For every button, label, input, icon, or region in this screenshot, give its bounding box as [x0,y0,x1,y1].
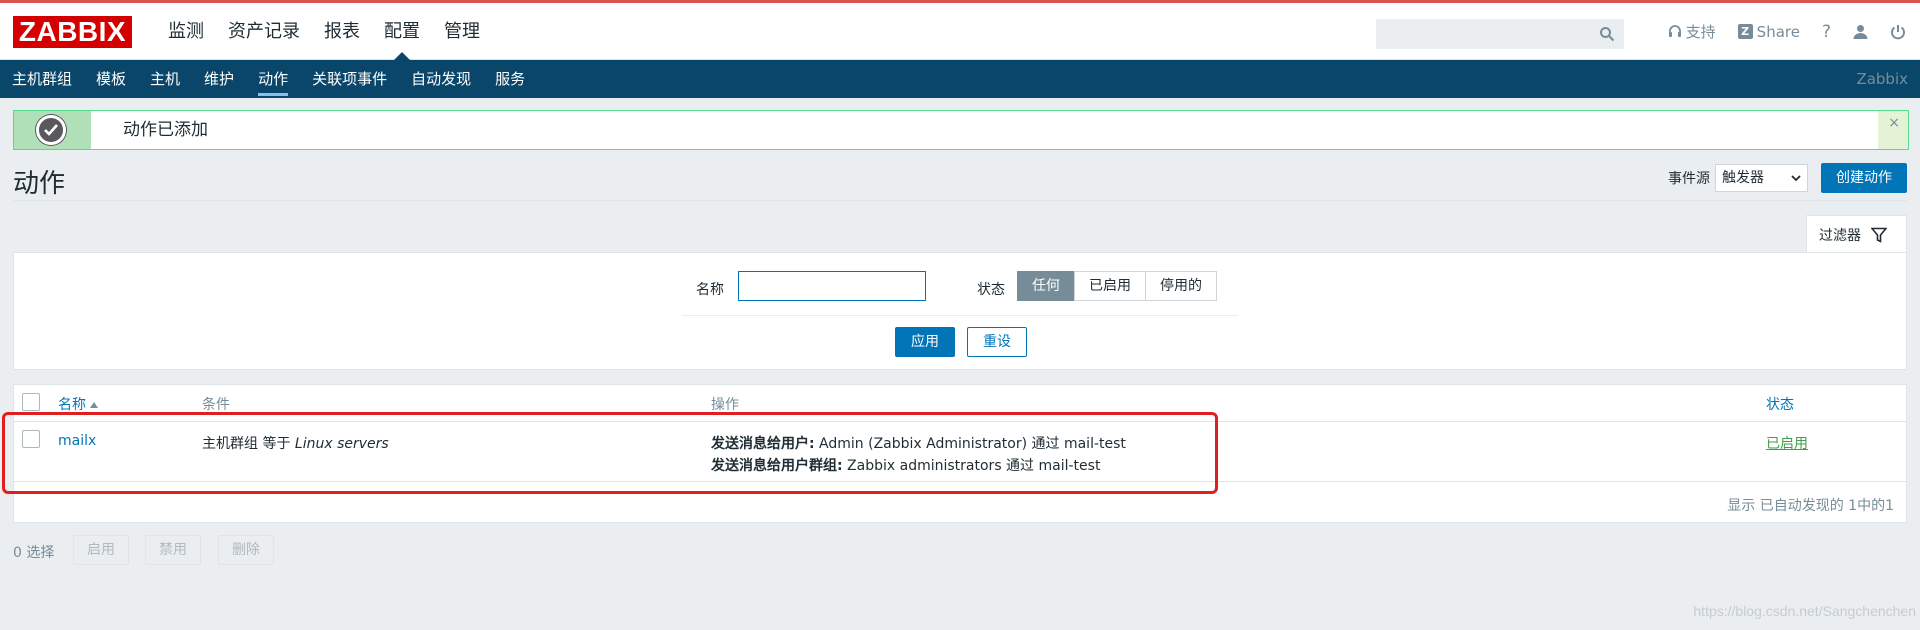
sub-nav-services[interactable]: 服务 [483,60,537,98]
filter-tab-label: 过滤器 [1819,227,1861,244]
column-header-operations: 操作 [711,397,739,413]
sign-out-button[interactable] [1890,24,1906,40]
close-icon[interactable]: × [1888,115,1900,131]
header-tools: 支持 Z Share ? [1646,3,1906,60]
sort-asc-icon [90,402,98,408]
highlight-annotation-box [2,412,1218,494]
sub-nav-templates[interactable]: 模板 [84,60,138,98]
share-label: Share [1756,22,1800,41]
watermark-text: https://blog.csdn.net/Sangchenchen [1693,603,1916,619]
success-message: 动作已添加 × [13,110,1909,150]
main-nav-administration[interactable]: 管理 [432,3,492,60]
select-all-checkbox[interactable] [22,393,40,411]
chevron-down-icon [1791,175,1801,182]
event-source-label: 事件源 [1668,171,1710,187]
filter-status-label: 状态 [977,282,1005,298]
help-icon: ? [1821,21,1831,42]
filter-divider [682,315,1238,316]
zabbix-logo[interactable]: ZABBIX [13,16,132,48]
top-header: ZABBIX 监测 资产记录 报表 配置 管理 支持 Z Share ? [0,0,1920,61]
filter-name-input[interactable] [738,271,926,301]
sub-nav-event-correlation[interactable]: 关联项事件 [300,60,399,98]
filter-icon [1871,227,1887,243]
mass-disable-button[interactable]: 禁用 [145,535,201,565]
main-nav-configuration[interactable]: 配置 [372,3,432,61]
column-header-conditions: 条件 [202,397,230,413]
filter-panel: 名称 状态 任何 已启用 停用的 应用 重设 [13,252,1907,370]
page-header-controls: 事件源 触发器 创建动作 [1668,163,1907,193]
sub-nav-discovery[interactable]: 自动发现 [399,60,483,98]
mass-delete-button[interactable]: 删除 [218,535,274,565]
filter-tab[interactable]: 过滤器 [1806,215,1907,253]
user-profile-button[interactable] [1853,24,1868,39]
help-button[interactable]: ? [1822,22,1831,42]
filter-status-radio: 任何 已启用 停用的 [1017,271,1217,301]
sub-nav-actions[interactable]: 动作 [246,60,300,98]
main-nav-monitoring[interactable]: 监测 [156,3,216,60]
selected-count: 0 选择 [13,545,55,561]
status-enabled-option[interactable]: 已启用 [1074,271,1146,301]
check-icon [36,115,66,145]
status-disabled-option[interactable]: 停用的 [1145,271,1217,301]
share-link[interactable]: Z Share [1737,22,1800,41]
sub-nav: 主机群组 模板 主机 维护 动作 关联项事件 自动发现 服务 Zabbix [0,60,1920,98]
page-title: 动作 [13,169,66,199]
sub-nav-host-groups[interactable]: 主机群组 [0,60,84,98]
action-status-toggle[interactable]: 已启用 [1766,433,1808,453]
status-any-option[interactable]: 任何 [1017,271,1075,301]
main-nav: 监测 资产记录 报表 配置 管理 [156,3,492,61]
main-nav-inventory[interactable]: 资产记录 [216,3,312,60]
sub-nav-maintenance[interactable]: 维护 [192,60,246,98]
table-pager-info: 显示 已自动发现的 1中的1 [1727,498,1894,514]
support-label: 支持 [1685,23,1716,41]
search-input[interactable] [1376,19,1624,49]
sub-nav-hosts[interactable]: 主机 [138,60,192,98]
mass-enable-button[interactable]: 启用 [73,535,129,565]
power-icon [1891,24,1905,39]
main-nav-reports[interactable]: 报表 [312,3,372,60]
user-icon [1853,25,1868,39]
server-name: Zabbix [1856,70,1908,88]
message-icon-box [14,111,91,149]
event-source-value: 触发器 [1722,170,1764,186]
filter-name-label: 名称 [696,282,724,298]
message-text: 动作已添加 [91,111,1878,149]
search-icon[interactable] [1599,26,1615,42]
zabbix-share-icon: Z [1737,24,1753,39]
support-link[interactable]: 支持 [1668,21,1716,42]
column-header-status[interactable]: 状态 [1766,394,1794,414]
filter-apply-button[interactable]: 应用 [895,327,955,357]
headset-icon [1668,24,1681,37]
filter-reset-button[interactable]: 重设 [967,327,1027,357]
create-action-button[interactable]: 创建动作 [1821,163,1907,193]
column-header-name[interactable]: 名称 [58,394,98,414]
event-source-select[interactable]: 触发器 [1715,164,1808,192]
header-divider [13,200,1907,201]
